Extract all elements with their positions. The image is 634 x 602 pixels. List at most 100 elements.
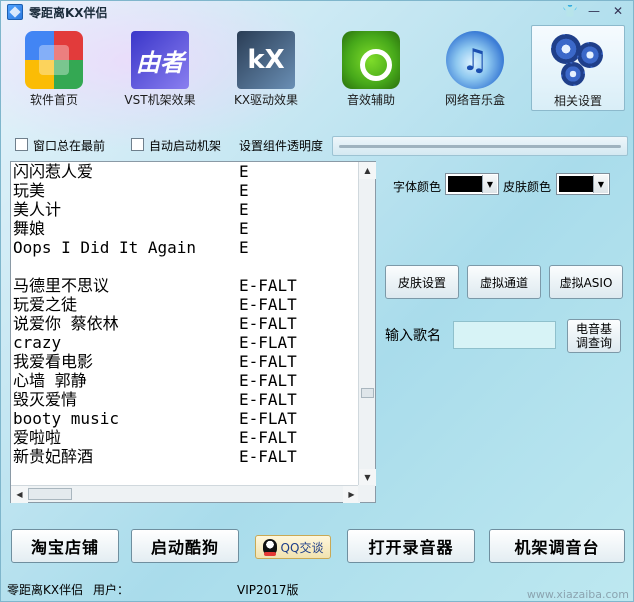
song-name: 新贵妃醉酒 <box>13 447 94 466</box>
scroll-up-icon[interactable]: ▲ <box>359 162 376 179</box>
song-row[interactable]: 闪闪惹人爱 E <box>13 162 360 181</box>
virtual-asio-button[interactable]: 虚拟ASIO <box>549 265 623 299</box>
qq-penguin-icon <box>262 539 277 556</box>
window-title: 零距离KX伴侣 <box>29 5 108 20</box>
song-row[interactable]: 玩爱之徒 E-FALT <box>13 295 360 314</box>
virtual-channel-button[interactable]: 虚拟通道 <box>467 265 541 299</box>
home-icon <box>25 31 83 89</box>
vertical-scroll-thumb[interactable] <box>361 388 374 398</box>
status-version: VIP2017版 <box>237 583 299 597</box>
auto-start-rack-label: 自动启动机架 <box>149 139 222 153</box>
skin-color-select[interactable]: ▼ <box>556 173 610 195</box>
key-lookup-button[interactable]: 电音基调查询 <box>567 319 621 353</box>
skin-settings-button[interactable]: 皮肤设置 <box>385 265 459 299</box>
scroll-down-icon[interactable]: ▼ <box>359 469 376 486</box>
qq-chat-label: QQ交谈 <box>280 540 324 555</box>
skin-color-swatch <box>559 176 593 192</box>
tool-home[interactable]: 软件首页 <box>7 25 101 111</box>
song-name: booty music <box>13 409 119 428</box>
auto-start-rack-checkbox[interactable] <box>131 138 144 151</box>
taobao-store-button[interactable]: 淘宝店铺 <box>11 529 119 563</box>
song-key-tag: E <box>239 219 249 238</box>
song-list[interactable]: 闪闪惹人爱 E 玩美 E 美人计 E 舞娘 E Oops I Did It Again E 马德里不… <box>10 161 376 503</box>
scroll-corner <box>358 485 375 502</box>
font-color-label: 字体颜色 <box>393 180 442 194</box>
song-row[interactable]: 心墙 郭静 E-FALT <box>13 371 360 390</box>
kx-icon: kX <box>237 31 295 89</box>
tool-net-music[interactable]: ♫ 网络音乐盒 <box>428 25 522 111</box>
song-row[interactable]: 新贵妃醉酒 E-FALT <box>13 447 360 466</box>
chevron-down-icon: ▼ <box>482 175 497 193</box>
always-on-top-label: 窗口总在最前 <box>33 139 106 153</box>
song-key-tag: E-FALT <box>239 390 297 409</box>
song-row[interactable]: 舞娘 E <box>13 219 360 238</box>
tool-label: KX驱动效果 <box>233 93 299 107</box>
song-key-tag: E-FALT <box>239 314 297 333</box>
always-on-top-checkbox[interactable] <box>15 138 28 151</box>
song-name: 舞娘 <box>13 219 46 238</box>
feature-toolbar: 软件首页 由者 VST机架效果 kX KX驱动效果 音效辅助 ♫ 网络音乐盒 相… <box>1 25 633 113</box>
sound-fx-icon <box>342 31 400 89</box>
song-name: 闪闪惹人爱 <box>13 162 94 181</box>
shirt-icon[interactable]: 👕 <box>561 3 579 19</box>
tool-label: 音效辅助 <box>346 93 395 107</box>
song-row[interactable]: 马德里不思议 E-FALT <box>13 276 360 295</box>
song-key-tag: E <box>239 238 249 257</box>
song-name: 玩美 <box>13 181 46 200</box>
music-note-icon: ♫ <box>446 31 504 89</box>
song-key-tag: E <box>239 162 249 181</box>
open-recorder-button[interactable]: 打开录音器 <box>347 529 475 563</box>
tool-label: 软件首页 <box>29 93 78 107</box>
skin-color-label: 皮肤颜色 <box>503 180 552 194</box>
tool-settings[interactable]: 相关设置 <box>531 25 625 111</box>
status-app-name: 零距离KX伴侣 <box>7 583 84 597</box>
vertical-scrollbar[interactable]: ▲ ▼ <box>358 162 376 486</box>
song-key-tag: E-FALT <box>239 428 297 447</box>
song-key-tag: E-FALT <box>239 371 297 390</box>
song-name: crazy <box>13 333 62 352</box>
opacity-slider[interactable] <box>332 136 628 156</box>
minimize-icon[interactable]: — <box>585 3 603 19</box>
scroll-left-icon[interactable]: ◀ <box>11 486 28 503</box>
launch-kugou-button[interactable]: 启动酷狗 <box>131 529 239 563</box>
song-row[interactable]: 说爱你 蔡依林 E-FALT <box>13 314 360 333</box>
window-controls: 👕 — ✕ <box>561 3 627 19</box>
song-row[interactable]: 我爱看电影 E-FALT <box>13 352 360 371</box>
song-row[interactable] <box>13 257 360 276</box>
tool-vst-rack[interactable]: 由者 VST机架效果 <box>113 25 207 111</box>
song-name: 玩爱之徒 <box>13 295 78 314</box>
song-name: 美人计 <box>13 200 62 219</box>
qq-chat-button[interactable]: QQ交谈 <box>255 535 331 559</box>
song-key-tag: E-FLAT <box>239 333 297 352</box>
font-color-swatch <box>448 176 482 192</box>
app-logo-icon <box>7 4 23 20</box>
song-name-input[interactable] <box>453 321 556 349</box>
song-row[interactable]: 玩美 E <box>13 181 360 200</box>
font-color-select[interactable]: ▼ <box>445 173 499 195</box>
tool-sound-fx[interactable]: 音效辅助 <box>324 25 418 111</box>
app-window: 零距离KX伴侣 👕 — ✕ 软件首页 由者 VST机架效果 kX KX驱动效果 … <box>0 0 634 602</box>
song-row[interactable]: crazy E-FLAT <box>13 333 360 352</box>
song-row[interactable]: 美人计 E <box>13 200 360 219</box>
tool-kx-driver[interactable]: kX KX驱动效果 <box>219 25 313 111</box>
rack-mixer-button[interactable]: 机架调音台 <box>489 529 625 563</box>
horizontal-scroll-thumb[interactable] <box>28 488 72 500</box>
title-bar[interactable]: 零距离KX伴侣 👕 — ✕ <box>1 1 633 23</box>
song-key-tag: E <box>239 181 249 200</box>
song-rows: 闪闪惹人爱 E 玩美 E 美人计 E 舞娘 E Oops I Did It Again E 马德里不… <box>11 162 360 486</box>
song-row[interactable]: 爱啦啦 E-FALT <box>13 428 360 447</box>
song-row[interactable]: Oops I Did It Again E <box>13 238 360 257</box>
song-name: 毁灭爱情 <box>13 390 78 409</box>
watermark-text: www.xiazaiba.com <box>526 588 629 601</box>
horizontal-scrollbar[interactable]: ◀ ▶ <box>11 485 360 503</box>
chevron-down-icon: ▼ <box>593 175 608 193</box>
song-row[interactable]: 毁灭爱情 E-FALT <box>13 390 360 409</box>
song-name: 马德里不思议 <box>13 276 110 295</box>
close-icon[interactable]: ✕ <box>609 3 627 19</box>
song-row[interactable]: booty music E-FLAT <box>13 409 360 428</box>
song-name: 说爱你 蔡依林 <box>13 314 119 333</box>
opacity-label: 设置组件透明度 <box>239 139 324 153</box>
song-name-label: 输入歌名 <box>385 328 441 344</box>
song-key-tag: E-FLAT <box>239 409 297 428</box>
status-user-label: 用户： <box>93 583 130 597</box>
